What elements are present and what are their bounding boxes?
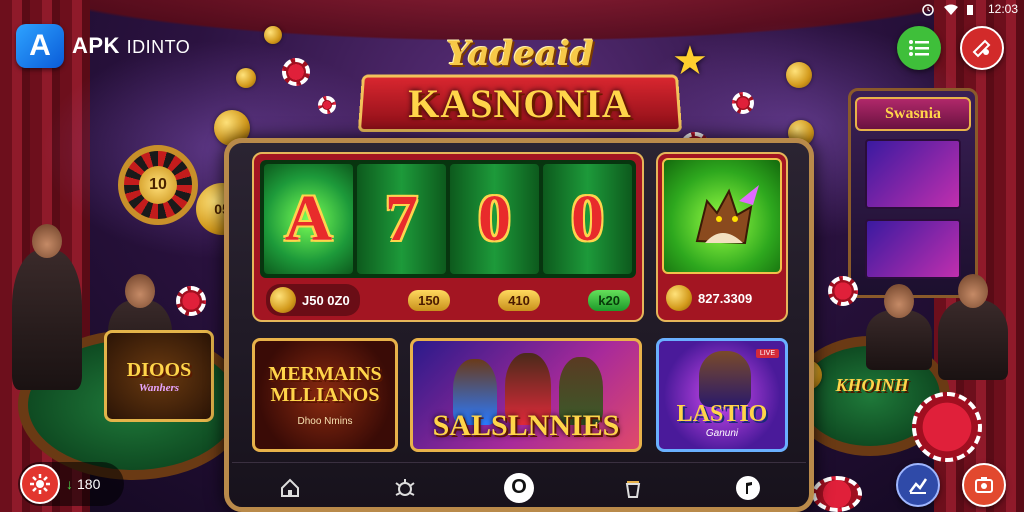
payout-pill[interactable]: 150 <box>408 289 450 311</box>
machine-screen <box>865 139 961 209</box>
side-card-left-title: DIOOS <box>126 358 192 381</box>
cup-icon <box>625 480 640 498</box>
nav-music[interactable] <box>731 471 765 505</box>
reel: 7 <box>357 164 446 274</box>
star-icon: ★ <box>672 38 708 84</box>
featured-amount-value: 827.3309 <box>698 290 753 306</box>
title-banner: Yadeaid KASNONIA <box>340 34 700 134</box>
slot-reels: A 7 0 0 <box>260 160 636 278</box>
status-time: 12:03 <box>987 2 1018 16</box>
game-tile-lastio[interactable]: LIVE LASTIO Ganuni <box>656 338 788 452</box>
stats-button[interactable] <box>896 463 940 507</box>
reel: A <box>264 164 353 274</box>
chart-icon <box>909 478 928 494</box>
character-figure <box>699 351 751 407</box>
brand-name-main: APK <box>72 33 120 58</box>
nav-settings[interactable] <box>388 471 422 505</box>
coin-decor <box>786 62 812 88</box>
menu-icon <box>909 40 929 56</box>
chip-decor <box>176 286 206 316</box>
game-subtitle: Ganuni <box>705 428 739 439</box>
banner-script-title: Yadeaid <box>446 34 594 74</box>
main-payout: J50 0Z0 <box>266 284 360 316</box>
alarm-icon <box>922 3 936 16</box>
battery-icon <box>966 4 980 15</box>
status-bar: 12:03 <box>922 2 1018 16</box>
promo-button[interactable] <box>960 26 1004 70</box>
coin-icon <box>270 287 296 313</box>
chip-decor <box>912 392 982 462</box>
banner-main-title: KASNONIA <box>408 81 632 126</box>
menu-button[interactable] <box>897 26 941 70</box>
nav-casino[interactable]: O <box>503 472 534 503</box>
side-card-left-sub: Wanhers <box>138 381 180 394</box>
coin-decor <box>264 26 282 44</box>
brand-logo[interactable]: A APK IDINTO <box>16 24 190 68</box>
payout-row: J50 0Z0 150 410 k20 <box>260 284 636 316</box>
chip-decor <box>828 276 858 306</box>
music-icon <box>736 475 761 500</box>
gear-icon <box>30 474 50 494</box>
camera-icon <box>975 477 993 493</box>
reel: 0 <box>543 164 632 274</box>
gift-icon <box>972 39 991 58</box>
chip-decor <box>318 96 336 114</box>
coin-icon <box>666 285 692 311</box>
machine-sign: Swasnia <box>855 97 971 131</box>
brand-badge: A <box>16 24 64 68</box>
home-icon <box>280 478 299 497</box>
main-payout-value: J50 0Z0 <box>302 292 350 308</box>
game-title: SALSLNNIES <box>432 409 620 442</box>
game-title: MERMAINS MLLIANOS <box>268 362 382 406</box>
game-title: LASTIO <box>676 401 768 427</box>
game-tag: LIVE <box>755 349 779 358</box>
featured-amount: 827.3309 <box>666 282 778 314</box>
side-game-card-left[interactable]: DIOOS Wanhers <box>104 330 214 422</box>
payout-pill[interactable]: 410 <box>498 289 540 311</box>
game-tile-mermains[interactable]: MERMAINS MLLIANOS Dhoo Nmins <box>252 338 398 452</box>
wolf-icon <box>695 185 759 245</box>
coin-decor <box>236 68 256 88</box>
balance-counter: ↓ 180 <box>66 476 100 492</box>
player-figure <box>12 224 82 390</box>
featured-game-card[interactable]: 827.3309 <box>656 152 788 322</box>
nav-rewards[interactable] <box>616 471 650 505</box>
roulette-wheel[interactable]: 10 <box>118 145 198 225</box>
chip-decor <box>282 58 310 86</box>
wolf-art <box>662 158 782 274</box>
brand-name: APK IDINTO <box>72 33 190 59</box>
wifi-icon <box>943 4 958 15</box>
camera-button[interactable] <box>962 463 1006 507</box>
game-subtitle: Dhoo Nmins <box>297 415 353 427</box>
game-tile-salslnnies[interactable]: SALSLNNIES <box>410 338 642 452</box>
roulette-label: 10 <box>139 166 177 204</box>
nav-home[interactable] <box>273 471 307 505</box>
background-slot-machine: Swasnia <box>848 88 978 298</box>
payout-pill[interactable]: k20 <box>588 289 630 311</box>
reel: 0 <box>450 164 539 274</box>
machine-screen <box>865 219 961 279</box>
bottom-nav: O <box>232 462 806 512</box>
player-figure <box>938 274 1008 380</box>
bottom-left-widget: ↓ 180 <box>18 462 124 506</box>
arrow-down-icon: ↓ <box>66 476 73 492</box>
balance-value: 180 <box>77 476 101 492</box>
settings-button[interactable] <box>20 464 60 504</box>
casino-icon: O <box>511 476 527 498</box>
brand-name-suffix: IDINTO <box>126 37 191 57</box>
chip-decor <box>732 92 754 114</box>
chip-decor <box>812 476 862 512</box>
side-game-card-right[interactable]: KHOINH <box>822 360 922 410</box>
bug-icon <box>395 478 415 496</box>
jackpot-slot[interactable]: A 7 0 0 J50 0Z0 150 410 k20 <box>252 152 644 322</box>
